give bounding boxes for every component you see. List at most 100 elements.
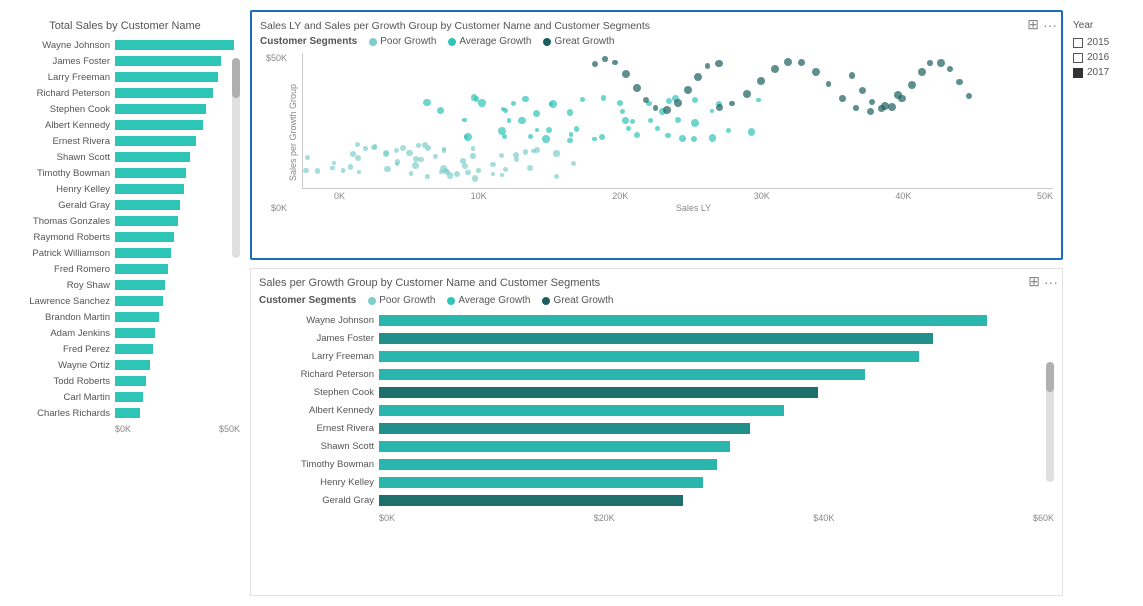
bottom-expand-icon[interactable]: ⊞ (1028, 273, 1040, 290)
left-x-axis: $0K $50K (10, 424, 240, 434)
scatter-dot (303, 168, 309, 174)
bar-label: Henry Kelley (259, 477, 379, 488)
scatter-dot (418, 157, 423, 162)
scatter-dot (710, 109, 714, 113)
bar-track (115, 72, 240, 82)
bar-fill (115, 248, 171, 258)
scatter-dot (531, 149, 536, 154)
scatter-dot (425, 145, 432, 152)
bottom-scrollbar-thumb[interactable] (1046, 362, 1054, 392)
bottom-poor-label: Poor Growth (379, 295, 435, 306)
bar-fill (115, 104, 206, 114)
scatter-dot (371, 145, 376, 150)
scatter-dot (634, 132, 640, 138)
bar-label: Larry Freeman (10, 72, 115, 83)
scatter-dot (684, 86, 692, 94)
scatter-dot (622, 70, 630, 78)
scatter-dot (679, 135, 686, 142)
bar-track (379, 477, 1054, 488)
list-item[interactable]: 2016 (1073, 52, 1133, 63)
main-container: Total Sales by Customer Name Wayne Johns… (0, 0, 1143, 606)
bar-label: Brandon Martin (10, 312, 115, 323)
bar-label: Adam Jenkins (10, 328, 115, 339)
table-row: Shawn Scott (10, 150, 240, 164)
scatter-dot (478, 99, 485, 106)
scatter-legend-title: Customer Segments (260, 36, 357, 47)
table-row: Larry Freeman (10, 70, 240, 84)
scatter-dot (567, 109, 574, 116)
scatter-dot (406, 150, 413, 157)
year-label: 2015 (1087, 37, 1109, 48)
scatter-dot (691, 136, 697, 142)
table-row: Thomas Gonzales (10, 214, 240, 228)
scatter-dot (729, 101, 735, 107)
scatter-dot (500, 173, 504, 177)
left-x-label-1: $50K (219, 424, 240, 434)
bottom-chart-icons: ⊞ ··· (1028, 273, 1058, 290)
scatter-x-axis-title: Sales LY (302, 203, 1053, 213)
bar-track (115, 264, 240, 274)
bar-track (115, 328, 240, 338)
scatter-dot (535, 128, 539, 132)
scatter-dot (655, 126, 660, 131)
scatter-more-icon[interactable]: ··· (1043, 16, 1057, 33)
bar-label: Wayne Johnson (10, 40, 115, 51)
bottom-great-dot (542, 297, 550, 305)
table-row: Shawn Scott (259, 438, 1054, 454)
bar-fill (115, 184, 184, 194)
bottom-more-icon[interactable]: ··· (1044, 273, 1058, 290)
table-row: Richard Peterson (259, 366, 1054, 382)
scatter-expand-icon[interactable]: ⊞ (1027, 16, 1039, 33)
year-checkbox[interactable] (1073, 53, 1083, 63)
year-label: 2016 (1087, 52, 1109, 63)
left-scrollbar[interactable] (232, 58, 240, 258)
avg-growth-label: Average Growth (459, 36, 531, 47)
bar-fill (115, 40, 234, 50)
bar-track (115, 88, 240, 98)
scatter-dot (648, 118, 653, 123)
scatter-dot (425, 174, 430, 179)
table-row: Fred Perez (10, 342, 240, 356)
scatter-area: $50K $0K Sales per Growth Group 0K 10K 2… (260, 53, 1053, 213)
scatter-dot (849, 72, 855, 78)
year-checkbox[interactable] (1073, 68, 1083, 78)
bar-label: Stephen Cook (10, 104, 115, 115)
table-row: Lawrence Sanchez (10, 294, 240, 308)
scatter-dot (553, 150, 559, 156)
bar-fill (379, 315, 987, 326)
bar-label: Stephen Cook (259, 387, 379, 398)
table-row: Brandon Martin (10, 310, 240, 324)
scatter-dot (592, 137, 597, 142)
bar-track (379, 333, 1054, 344)
scatter-dot (527, 165, 533, 171)
bar-fill (379, 405, 784, 416)
scatter-dot (542, 135, 550, 143)
table-row: Fred Romero (10, 262, 240, 276)
scatter-dot (937, 59, 945, 67)
bar-track (115, 392, 240, 402)
scatter-dot (653, 105, 658, 110)
year-checkbox[interactable] (1073, 38, 1083, 48)
poor-growth-label: Poor Growth (380, 36, 436, 47)
list-item[interactable]: 2017 (1073, 67, 1133, 78)
scatter-y-label-top: $50K (266, 53, 287, 63)
bottom-scrollbar[interactable] (1046, 362, 1054, 482)
list-item[interactable]: 2015 (1073, 37, 1133, 48)
bottom-x-3: $60K (1033, 513, 1054, 523)
table-row: Timothy Bowman (10, 166, 240, 180)
scatter-dot (694, 73, 702, 81)
scatter-dot (395, 162, 399, 166)
table-row: Raymond Roberts (10, 230, 240, 244)
bar-fill (379, 477, 703, 488)
left-scrollbar-thumb[interactable] (232, 58, 240, 98)
scatter-dot (888, 103, 896, 111)
scatter-dot (626, 126, 631, 131)
bar-label: Lawrence Sanchez (10, 296, 115, 307)
bar-fill (115, 328, 155, 338)
table-row: Albert Kennedy (10, 118, 240, 132)
scatter-dot (617, 100, 623, 106)
scatter-dot (757, 77, 765, 85)
scatter-dot (663, 106, 671, 114)
bar-track (115, 152, 240, 162)
scatter-dot (691, 119, 699, 127)
